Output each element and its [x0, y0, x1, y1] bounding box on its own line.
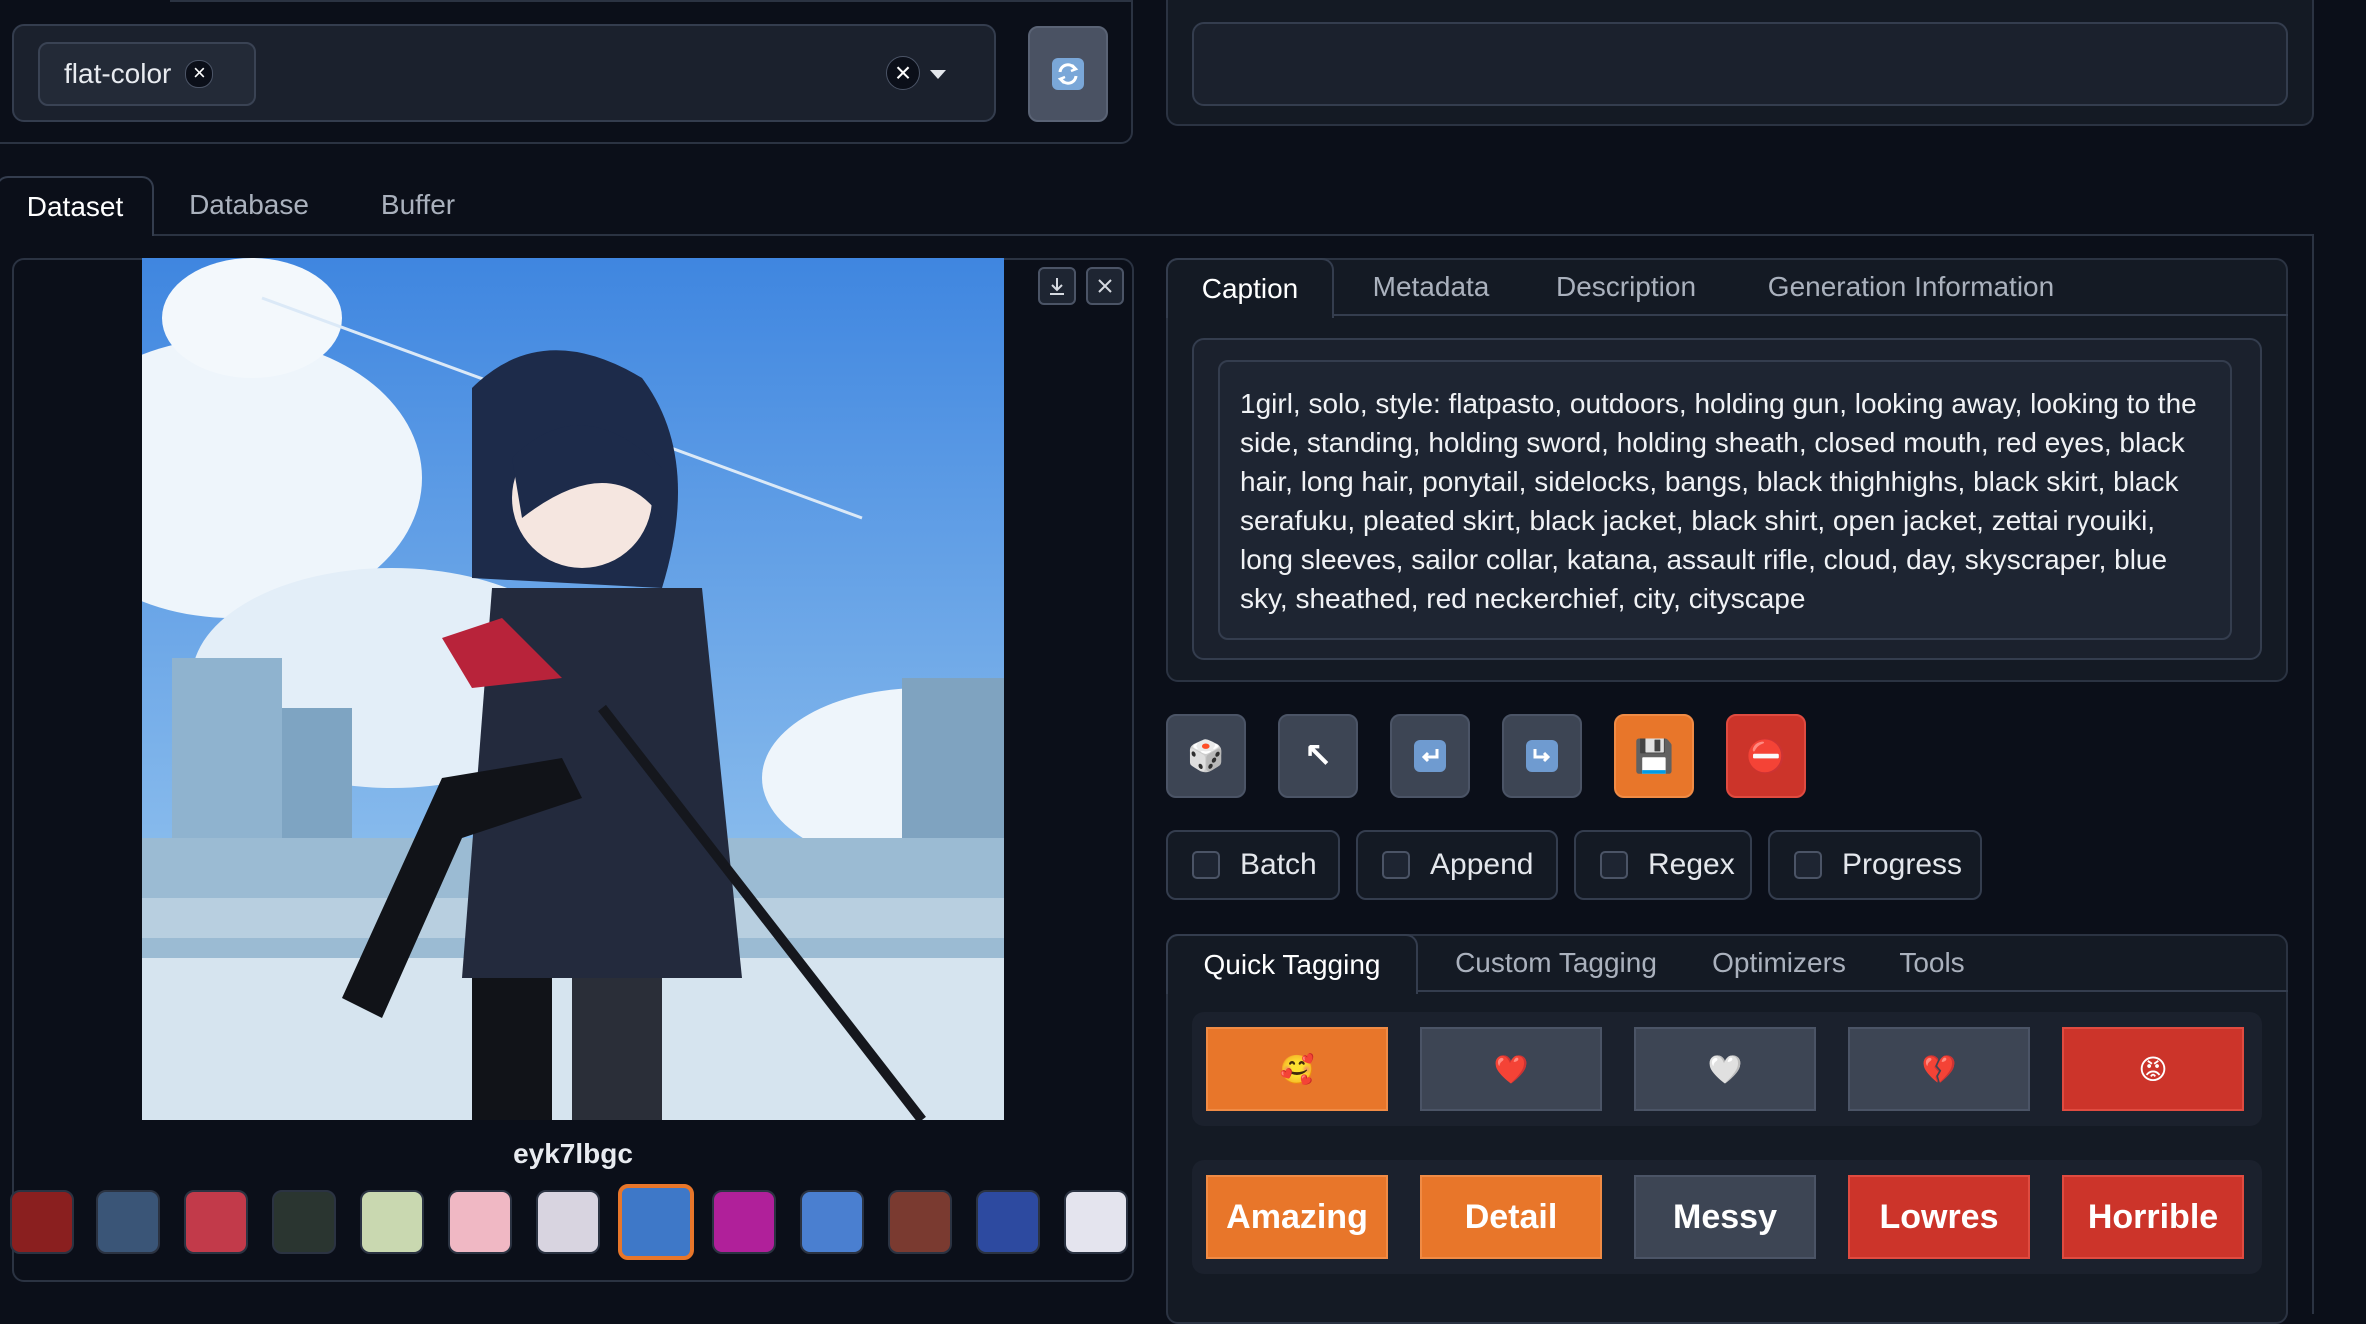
tab-description[interactable]: Description	[1540, 258, 1712, 318]
detail-button[interactable]: Detail	[1420, 1175, 1602, 1259]
top-left-panel-header-line	[170, 0, 1133, 4]
anime-girl-illustration	[142, 258, 1004, 1120]
undo-button[interactable]	[1390, 714, 1470, 798]
dice-icon: 🎲	[1187, 739, 1225, 773]
thumbnail-selected[interactable]	[618, 1184, 694, 1260]
top-right-input[interactable]	[1192, 22, 2288, 106]
angry-face-icon: 😡	[2138, 1053, 2168, 1085]
close-icon	[1098, 279, 1112, 293]
thumbnail[interactable]	[712, 1190, 776, 1254]
arrow-up-left-icon: ↖	[1303, 737, 1333, 775]
broken-heart-icon: 💔	[1921, 1053, 1957, 1085]
tab-tools[interactable]: Tools	[1882, 934, 1982, 994]
tab-metadata[interactable]: Metadata	[1356, 258, 1506, 318]
caption-textarea-container: 1girl, solo, style: flatpasto, outdoors,…	[1192, 338, 2262, 660]
thumbnail[interactable]	[96, 1190, 160, 1254]
main-content-right-border	[2312, 234, 2314, 1314]
progress-option[interactable]: Progress	[1768, 830, 1982, 900]
thumbnail[interactable]	[448, 1190, 512, 1254]
main-tabs: Dataset Database Buffer	[0, 176, 2314, 238]
messy-button[interactable]: Messy	[1634, 1175, 1816, 1259]
tab-quick-tagging[interactable]: Quick Tagging	[1166, 934, 1418, 994]
tab-dataset[interactable]: Dataset	[0, 176, 154, 236]
thumbnail[interactable]	[800, 1190, 864, 1254]
tab-generation-information[interactable]: Generation Information	[1758, 258, 2064, 318]
regex-label: Regex	[1648, 848, 1735, 881]
thumbnail[interactable]	[888, 1190, 952, 1254]
white-heart-icon: 🤍	[1707, 1053, 1743, 1085]
tag-chip: flat-color ×	[38, 42, 256, 106]
tag-filter-dropdown[interactable]: flat-color × ×	[12, 24, 996, 122]
smiling-hearts-icon: 🥰	[1279, 1053, 1315, 1085]
red-heart-icon: ❤️	[1493, 1053, 1529, 1085]
download-button[interactable]	[1038, 267, 1076, 305]
tab-database[interactable]: Database	[176, 176, 322, 236]
rating-love-button[interactable]: 🥰	[1206, 1027, 1388, 1111]
random-button[interactable]: 🎲	[1166, 714, 1246, 798]
image-filename: eyk7lbgc	[513, 1138, 633, 1169]
thumbnail[interactable]	[360, 1190, 424, 1254]
lowres-button[interactable]: Lowres	[1848, 1175, 2030, 1259]
regex-checkbox[interactable]	[1600, 851, 1628, 879]
undo-icon	[1414, 740, 1446, 772]
tagging-tabs-underline	[1416, 990, 2288, 992]
thumbnail[interactable]	[10, 1190, 74, 1254]
thumbnail[interactable]	[536, 1190, 600, 1254]
tab-caption[interactable]: Caption	[1166, 258, 1334, 318]
tab-custom-tagging[interactable]: Custom Tagging	[1438, 934, 1674, 994]
download-icon	[1050, 278, 1064, 295]
save-button[interactable]: 💾	[1614, 714, 1694, 798]
append-option[interactable]: Append	[1356, 830, 1558, 900]
close-image-button[interactable]	[1086, 267, 1124, 305]
thumbnail[interactable]	[1064, 1190, 1128, 1254]
main-image[interactable]	[142, 258, 1004, 1120]
caption-tabs: Caption Metadata Description Generation …	[1166, 258, 2288, 318]
rating-hate-button[interactable]: 😡	[2062, 1027, 2244, 1111]
refresh-icon	[1052, 58, 1084, 90]
redo-button[interactable]	[1502, 714, 1582, 798]
rating-neutral-button[interactable]: 🤍	[1634, 1027, 1816, 1111]
move-up-button[interactable]: ↖	[1278, 714, 1358, 798]
thumbnail[interactable]	[184, 1190, 248, 1254]
append-label: Append	[1430, 848, 1534, 881]
redo-icon	[1526, 740, 1558, 772]
caption-textarea[interactable]: 1girl, solo, style: flatpasto, outdoors,…	[1218, 360, 2232, 640]
progress-checkbox[interactable]	[1794, 851, 1822, 879]
thumbnail[interactable]	[272, 1190, 336, 1254]
tag-chip-remove-icon[interactable]: ×	[185, 60, 214, 88]
tag-chip-label: flat-color	[64, 58, 172, 89]
refresh-button[interactable]	[1028, 26, 1108, 122]
rating-dislike-button[interactable]: 💔	[1848, 1027, 2030, 1111]
horrible-button[interactable]: Horrible	[2062, 1175, 2244, 1259]
delete-button[interactable]: ⛔	[1726, 714, 1806, 798]
regex-option[interactable]: Regex	[1574, 830, 1752, 900]
dropdown-arrow-icon[interactable]	[930, 70, 946, 79]
amazing-button[interactable]: Amazing	[1206, 1175, 1388, 1259]
tab-optimizers[interactable]: Optimizers	[1704, 934, 1854, 994]
clear-all-icon[interactable]: ×	[886, 56, 920, 90]
floppy-disk-icon: 💾	[1634, 738, 1674, 774]
rating-like-button[interactable]: ❤️	[1420, 1027, 1602, 1111]
caption-tabs-underline	[1332, 314, 2288, 316]
main-tabs-underline	[154, 234, 2314, 236]
progress-label: Progress	[1842, 848, 1963, 881]
batch-label: Batch	[1240, 848, 1317, 881]
thumbnail[interactable]	[976, 1190, 1040, 1254]
append-checkbox[interactable]	[1382, 851, 1410, 879]
batch-checkbox[interactable]	[1192, 851, 1220, 879]
tab-buffer[interactable]: Buffer	[358, 176, 478, 236]
no-entry-icon: ⛔	[1746, 738, 1786, 774]
tagging-tabs: Quick Tagging Custom Tagging Optimizers …	[1166, 934, 2288, 994]
batch-option[interactable]: Batch	[1166, 830, 1340, 900]
